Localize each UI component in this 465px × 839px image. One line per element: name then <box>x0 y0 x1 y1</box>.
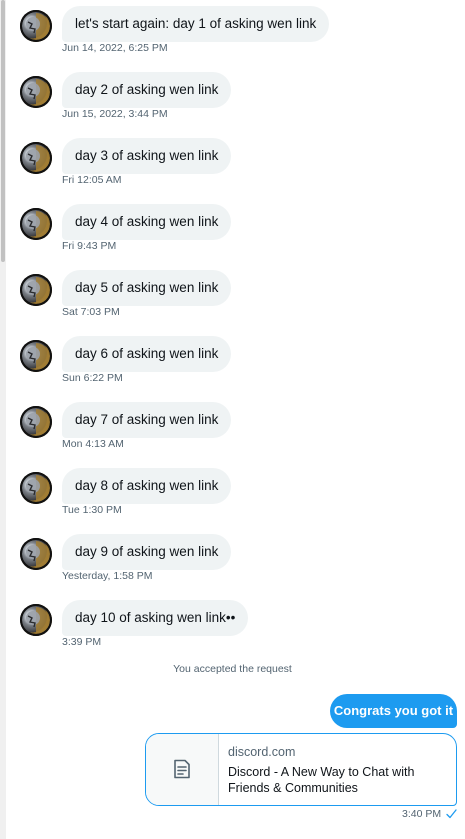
check-icon <box>446 809 457 819</box>
message-row: day 8 of asking wen link Tue 1:30 PM <box>0 468 465 534</box>
incoming-message-bubble[interactable]: day 4 of asking wen link <box>62 204 232 240</box>
message-row: day 6 of asking wen link Sun 6:22 PM <box>0 336 465 402</box>
incoming-message-bubble[interactable]: day 10 of asking wen link•• <box>62 600 249 636</box>
message-timestamp: Jun 15, 2022, 3:44 PM <box>62 108 168 120</box>
avatar[interactable] <box>20 472 52 504</box>
message-timestamp: Fri 9:43 PM <box>62 240 117 252</box>
avatar[interactable] <box>20 406 52 438</box>
link-card-domain: discord.com <box>228 745 296 759</box>
message-timestamp: Mon 4:13 AM <box>62 438 124 450</box>
message-timestamp: Sun 6:22 PM <box>62 372 123 384</box>
avatar[interactable] <box>20 10 52 42</box>
outgoing-message-bubble[interactable]: Congrats you got it <box>330 694 457 728</box>
system-notice: You accepted the request <box>173 663 292 675</box>
message-row: day 10 of asking wen link•• 3:39 PM <box>0 600 465 666</box>
avatar[interactable] <box>20 142 52 174</box>
incoming-message-bubble[interactable]: day 5 of asking wen link <box>62 270 232 306</box>
message-timestamp: Jun 14, 2022, 6:25 PM <box>62 42 168 54</box>
avatar[interactable] <box>20 76 52 108</box>
incoming-message-bubble[interactable]: day 2 of asking wen link <box>62 72 232 108</box>
message-row: day 5 of asking wen link Sat 7:03 PM <box>0 270 465 336</box>
incoming-message-bubble[interactable]: day 8 of asking wen link <box>62 468 232 504</box>
message-row: let's start again: day 1 of asking wen l… <box>0 6 465 72</box>
message-timestamp: Sat 7:03 PM <box>62 306 120 318</box>
message-timestamp: Yesterday, 1:58 PM <box>62 570 153 582</box>
incoming-message-bubble[interactable]: day 6 of asking wen link <box>62 336 232 372</box>
message-timestamp: 3:39 PM <box>62 636 102 648</box>
avatar[interactable] <box>20 538 52 570</box>
message-row: day 4 of asking wen link Fri 9:43 PM <box>0 204 465 270</box>
incoming-message-bubble[interactable]: day 3 of asking wen link <box>62 138 232 174</box>
message-thread: let's start again: day 1 of asking wen l… <box>0 0 465 839</box>
avatar[interactable] <box>20 208 52 240</box>
document-icon <box>174 759 190 779</box>
incoming-message-bubble[interactable]: day 7 of asking wen link <box>62 402 232 438</box>
avatar[interactable] <box>20 604 52 636</box>
outgoing-message-timestamp: 3:40 PM <box>402 808 442 820</box>
avatar[interactable] <box>20 274 52 306</box>
incoming-message-bubble[interactable]: day 9 of asking wen link <box>62 534 232 570</box>
message-row: day 2 of asking wen link Jun 15, 2022, 3:… <box>0 72 465 138</box>
message-timestamp: Tue 1:30 PM <box>62 504 122 516</box>
message-timestamp: Fri 12:05 AM <box>62 174 122 186</box>
message-row: day 3 of asking wen link Fri 12:05 AM <box>0 138 465 204</box>
link-card-title: Discord - A New Way to Chat with Friends… <box>228 765 415 795</box>
message-row: day 7 of asking wen link Mon 4:13 AM <box>0 402 465 468</box>
avatar[interactable] <box>20 340 52 372</box>
link-card-thumbnail <box>146 734 219 805</box>
incoming-message-bubble[interactable]: let's start again: day 1 of asking wen l… <box>62 6 330 42</box>
link-preview-card[interactable]: discord.com Discord - A New Way to Chat … <box>145 733 457 806</box>
message-row: day 9 of asking wen link Yesterday, 1:58 … <box>0 534 465 600</box>
